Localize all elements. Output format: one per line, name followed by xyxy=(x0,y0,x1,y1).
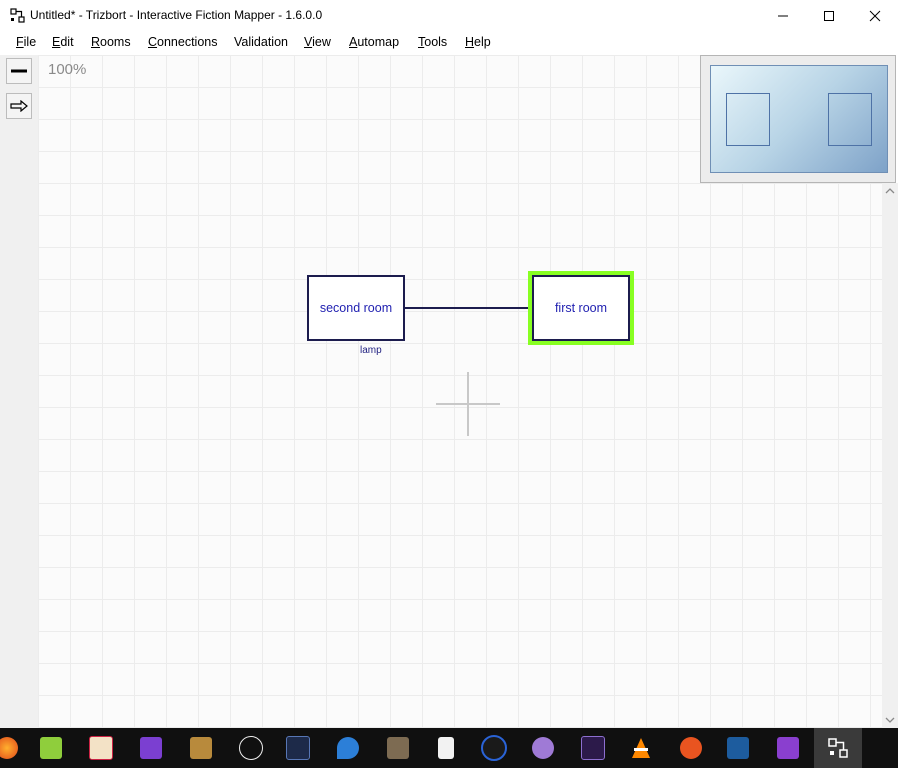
taskbar-app[interactable] xyxy=(578,733,608,763)
menu-view[interactable]: View xyxy=(304,35,331,49)
taskbar-app[interactable] xyxy=(136,733,166,763)
scroll-down-icon[interactable] xyxy=(882,712,898,728)
taskbar-app[interactable] xyxy=(86,733,116,763)
menu-bar xyxy=(0,31,898,55)
menu-rooms[interactable]: Rooms xyxy=(91,35,131,49)
trizbort-icon xyxy=(828,738,848,758)
maximize-icon xyxy=(824,10,834,21)
arrow-tool-button[interactable] xyxy=(6,93,32,119)
minimize-button[interactable] xyxy=(760,0,806,31)
virtualbox-icon xyxy=(727,737,749,759)
close-icon xyxy=(869,10,881,21)
taskbar-app[interactable] xyxy=(333,733,363,763)
menu-validation[interactable]: Validation xyxy=(234,35,288,49)
menu-edit[interactable]: Edit xyxy=(52,35,74,49)
taskbar-app[interactable] xyxy=(36,733,66,763)
blue-leaf-icon xyxy=(337,737,359,759)
taskbar-app[interactable] xyxy=(383,733,413,763)
room-name: second room xyxy=(319,301,393,315)
menu-tools[interactable]: Tools xyxy=(418,35,447,49)
map-icon xyxy=(89,736,113,760)
taskbar-app[interactable] xyxy=(773,733,803,763)
taskbar-app[interactable] xyxy=(283,733,313,763)
scroll-up-icon[interactable] xyxy=(882,183,898,199)
minimap[interactable] xyxy=(710,65,888,173)
window-title: Untitled* - Trizbort - Interactive Ficti… xyxy=(30,8,323,22)
menu-connections[interactable]: Connections xyxy=(148,35,218,49)
room-first-room-selection[interactable]: first room xyxy=(528,271,634,345)
taskbar-app[interactable] xyxy=(431,733,461,763)
trizbort-app-icon[interactable] xyxy=(10,8,26,24)
taskbar-app[interactable] xyxy=(528,733,558,763)
close-button[interactable] xyxy=(852,0,898,31)
menu-automap[interactable]: Automap xyxy=(349,35,399,49)
premiere-icon xyxy=(581,736,605,760)
arrow-tool-icon xyxy=(10,100,28,112)
line-tool-button[interactable] xyxy=(6,58,32,84)
taskbar-app[interactable] xyxy=(0,733,22,763)
unity-icon xyxy=(239,736,263,760)
minimize-icon xyxy=(778,15,788,16)
ubuntu-icon xyxy=(680,737,702,759)
taskbar-app[interactable] xyxy=(479,733,509,763)
document-icon xyxy=(438,737,454,759)
taskbar-app[interactable] xyxy=(723,733,753,763)
title-bar: Untitled* - Trizbort - Interactive Ficti… xyxy=(0,0,898,31)
firefox-icon xyxy=(0,737,18,759)
vertical-scrollbar[interactable] xyxy=(882,183,898,728)
room-second-room[interactable]: second room xyxy=(307,275,405,341)
github-icon xyxy=(532,737,554,759)
room-connection[interactable] xyxy=(405,307,532,309)
minimap-room xyxy=(726,93,770,146)
menu-help[interactable]: Help xyxy=(465,35,491,49)
room-object-label: lamp xyxy=(360,345,382,356)
taskbar-app[interactable] xyxy=(186,733,216,763)
taskbar-app[interactable] xyxy=(676,733,706,763)
audio-icon xyxy=(481,735,507,761)
mendix-icon xyxy=(777,737,799,759)
gimp-icon xyxy=(387,737,409,759)
menu-file[interactable]: File xyxy=(16,35,36,49)
taskbar-app[interactable] xyxy=(626,733,656,763)
room-first-room[interactable]: first room xyxy=(532,275,630,341)
line-tool-icon xyxy=(11,69,27,73)
taskbar-app[interactable] xyxy=(236,733,266,763)
minimap-room xyxy=(828,93,872,146)
dosbox-icon xyxy=(190,737,212,759)
taskbar-app[interactable] xyxy=(823,733,853,763)
maximize-button[interactable] xyxy=(806,0,852,31)
cursor-crosshair xyxy=(467,372,469,436)
notepad-plus-icon xyxy=(40,737,62,759)
vlc-icon xyxy=(632,738,650,758)
tool-strip xyxy=(0,55,38,728)
room-name: first room xyxy=(554,301,608,315)
visual-studio-icon xyxy=(140,737,162,759)
xd-icon xyxy=(286,736,310,760)
zoom-level: 100% xyxy=(48,61,87,78)
